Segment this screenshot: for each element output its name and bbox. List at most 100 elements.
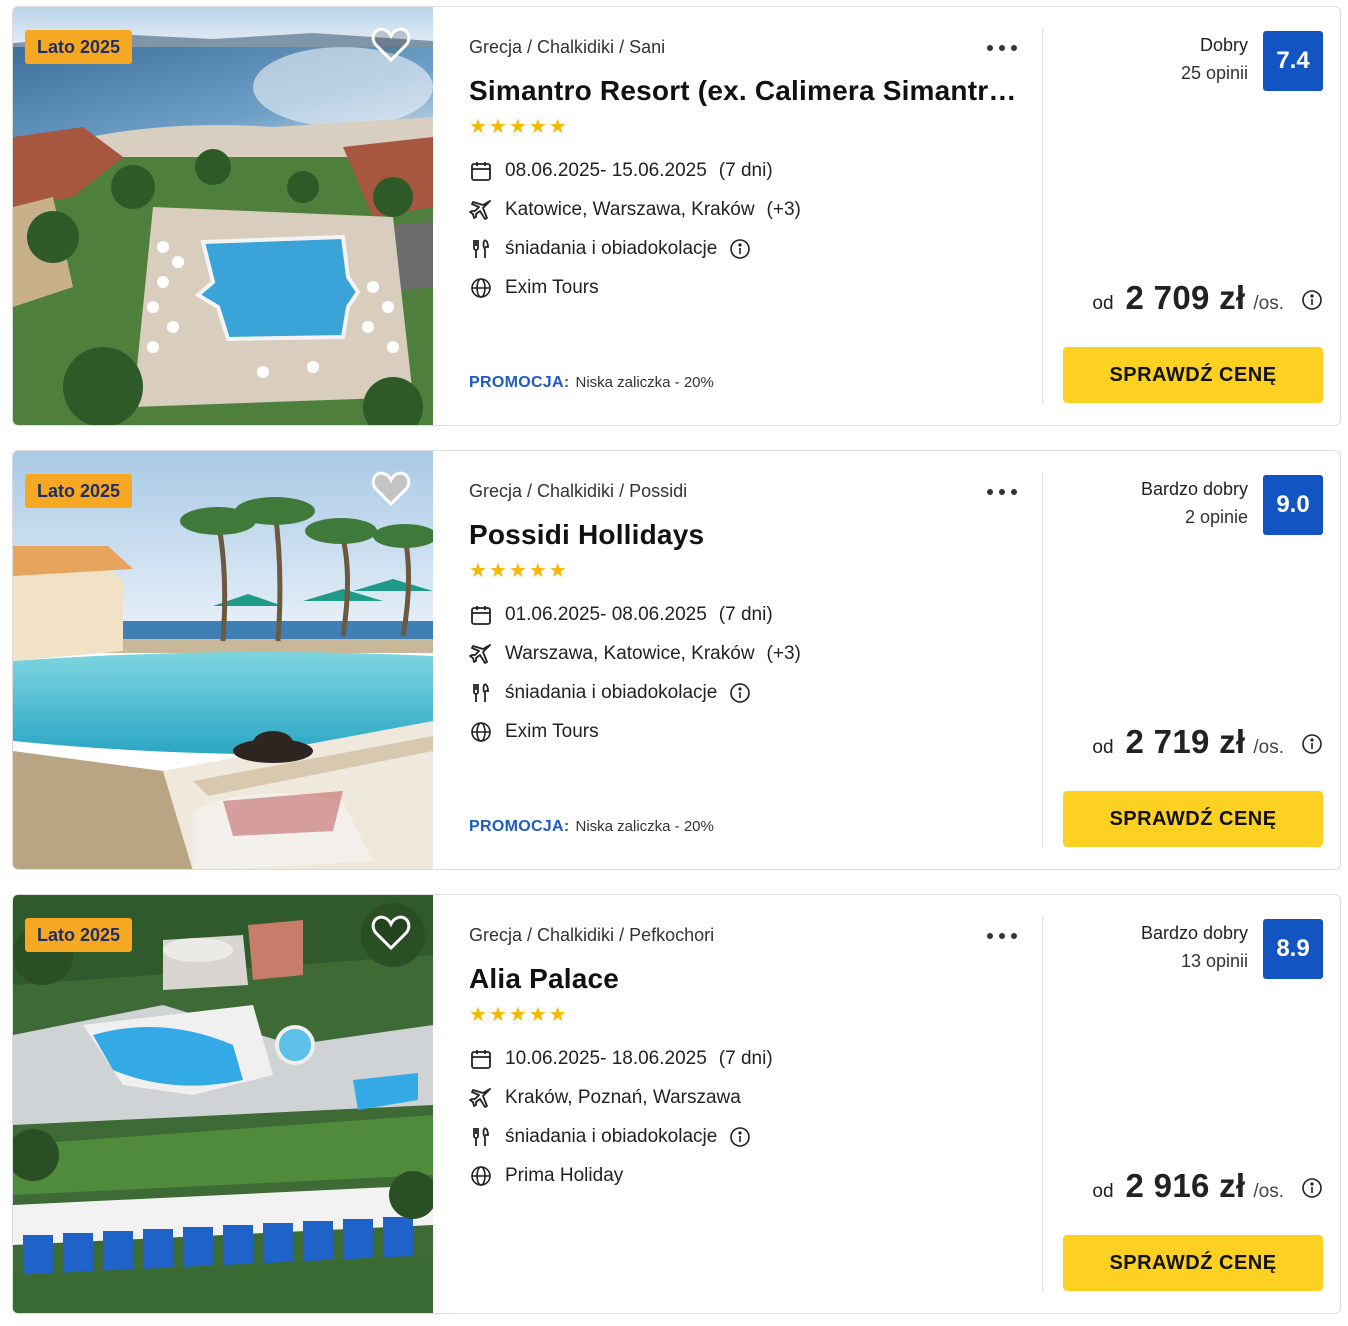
plane-icon xyxy=(469,1086,493,1110)
breadcrumb-separator: / xyxy=(619,481,625,501)
more-dots-icon[interactable] xyxy=(985,37,1019,57)
offer-info: Grecja / Chalkidiki / Pefkochori Alia Palace… xyxy=(469,895,1059,1313)
hotel-photo[interactable] xyxy=(13,895,433,1313)
more-dots-icon[interactable] xyxy=(985,481,1019,501)
operator-row: Exim Tours xyxy=(469,720,599,744)
price: od 2 709 zł /os. xyxy=(1092,279,1284,319)
operator-row: Exim Tours xyxy=(469,276,599,300)
info-icon[interactable] xyxy=(729,1126,751,1148)
departures-text: Katowice, Warszawa, Kraków xyxy=(505,199,755,220)
dates-row: 10.06.2025- 18.06.2025 (7 dni) xyxy=(469,1047,773,1071)
star-icon: ★ xyxy=(548,116,567,138)
breadcrumb-town[interactable]: Pefkochori xyxy=(629,925,714,945)
promo-value: Niska zaliczka - 20% xyxy=(575,818,714,835)
price-prefix: od xyxy=(1092,737,1114,758)
breadcrumb-region[interactable]: Chalkidiki xyxy=(537,481,614,501)
offer-card[interactable]: Lato 2025 Grecja / Chalkidiki / Sani Simantr… xyxy=(12,6,1341,426)
breadcrumb: Grecja / Chalkidiki / Sani xyxy=(469,37,665,58)
duration-text: (7 dni) xyxy=(718,1048,773,1069)
price-prefix: od xyxy=(1092,293,1114,314)
star-icon: ★ xyxy=(508,1004,527,1026)
star-icon: ★ xyxy=(528,116,547,138)
heart-icon[interactable] xyxy=(371,471,411,507)
hotel-photo[interactable] xyxy=(13,451,433,869)
offer-info: Grecja / Chalkidiki / Sani Simantro Resort (… xyxy=(469,7,1059,425)
hotel-photo[interactable] xyxy=(13,7,433,425)
star-icon: ★ xyxy=(488,1004,507,1026)
price-prefix: od xyxy=(1092,1181,1114,1202)
breadcrumb: Grecja / Chalkidiki / Possidi xyxy=(469,481,687,502)
offer-card[interactable]: Lato 2025 Grecja / Chalkidiki / Pefkochori A… xyxy=(12,894,1341,1314)
promo-value: Niska zaliczka - 20% xyxy=(575,374,714,391)
breadcrumb-separator: / xyxy=(619,925,625,945)
offer-card[interactable]: Lato 2025 Grecja / Chalkidiki / Possidi Poss… xyxy=(12,450,1341,870)
board-text: śniadania i obiadokolacje xyxy=(505,238,718,259)
departures-row: Warszawa, Katowice, Kraków (+3) xyxy=(469,642,801,666)
hotel-photo-image xyxy=(13,7,433,425)
star-icon: ★ xyxy=(488,116,507,138)
rating-label: Dobry xyxy=(1199,35,1248,55)
promo-label: PROMOCJA: xyxy=(469,818,570,835)
hotel-photo-image xyxy=(13,895,433,1313)
departures-more[interactable]: (+3) xyxy=(767,199,801,221)
globe-icon xyxy=(469,720,493,744)
hotel-stars: ★ ★ ★ ★ ★ xyxy=(469,117,569,137)
star-icon: ★ xyxy=(508,116,527,138)
departures-row: Katowice, Warszawa, Kraków (+3) xyxy=(469,198,801,222)
breadcrumb-region[interactable]: Chalkidiki xyxy=(537,37,614,57)
departures-text: Warszawa, Katowice, Kraków xyxy=(505,643,755,664)
check-price-button[interactable]: SPRAWDŹ CENĘ xyxy=(1063,347,1323,403)
rating-count[interactable]: 13 opinii xyxy=(1181,951,1248,972)
more-dots-icon[interactable] xyxy=(985,925,1019,945)
operator-text: Prima Holiday xyxy=(505,1165,624,1186)
calendar-icon xyxy=(469,159,493,183)
breadcrumb-country[interactable]: Grecja xyxy=(469,925,522,945)
check-price-button[interactable]: SPRAWDŹ CENĘ xyxy=(1063,1235,1323,1291)
rating-label: Bardzo dobry xyxy=(1140,923,1248,943)
info-icon[interactable] xyxy=(1301,1177,1323,1199)
breadcrumb-country[interactable]: Grecja xyxy=(469,37,522,57)
divider xyxy=(1042,917,1043,1291)
star-icon: ★ xyxy=(528,1004,547,1026)
hotel-name[interactable]: Possidi Hollidays xyxy=(469,519,1024,551)
breadcrumb-country[interactable]: Grecja xyxy=(469,481,522,501)
price-suffix: /os. xyxy=(1253,737,1284,758)
season-badge: Lato 2025 xyxy=(25,474,133,508)
star-icon: ★ xyxy=(469,560,487,582)
info-icon[interactable] xyxy=(729,682,751,704)
price: od 2 719 zł /os. xyxy=(1092,723,1284,763)
season-badge: Lato 2025 xyxy=(25,918,133,952)
star-icon: ★ xyxy=(469,116,487,138)
info-icon[interactable] xyxy=(1301,733,1323,755)
star-icon: ★ xyxy=(528,560,547,582)
breadcrumb-town[interactable]: Possidi xyxy=(629,481,687,501)
hotel-name[interactable]: Alia Palace xyxy=(469,963,1024,995)
divider xyxy=(1042,473,1043,847)
price-amount: 2 916 zł xyxy=(1125,1167,1246,1204)
offer-info: Grecja / Chalkidiki / Possidi Possidi Hollid… xyxy=(469,451,1059,869)
calendar-icon xyxy=(469,1047,493,1071)
operator-text: Exim Tours xyxy=(505,277,599,298)
star-icon: ★ xyxy=(508,560,527,582)
cutlery-icon xyxy=(469,681,493,705)
departures-text: Kraków, Poznań, Warszawa xyxy=(505,1087,741,1108)
breadcrumb-region[interactable]: Chalkidiki xyxy=(537,925,614,945)
season-badge: Lato 2025 xyxy=(25,30,133,64)
breadcrumb-town[interactable]: Sani xyxy=(629,37,665,57)
heart-icon[interactable] xyxy=(371,27,411,63)
rating-count[interactable]: 25 opinii xyxy=(1181,63,1248,84)
info-icon[interactable] xyxy=(1301,289,1323,311)
globe-icon xyxy=(469,276,493,300)
star-icon: ★ xyxy=(488,560,507,582)
check-price-button[interactable]: SPRAWDŹ CENĘ xyxy=(1063,791,1323,847)
promo-line: PROMOCJA: Niska zaliczka - 20% xyxy=(469,374,714,392)
hotel-name[interactable]: Simantro Resort (ex. Calimera Simantro B… xyxy=(469,75,1024,107)
departures-more[interactable]: (+3) xyxy=(767,643,801,665)
rating-label: Bardzo dobry xyxy=(1140,479,1248,499)
info-icon[interactable] xyxy=(729,238,751,260)
score-badge: 7.4 xyxy=(1263,31,1323,91)
heart-icon[interactable] xyxy=(371,915,411,951)
rating-count[interactable]: 2 opinie xyxy=(1185,507,1248,528)
cutlery-icon xyxy=(469,237,493,261)
divider xyxy=(1042,29,1043,403)
